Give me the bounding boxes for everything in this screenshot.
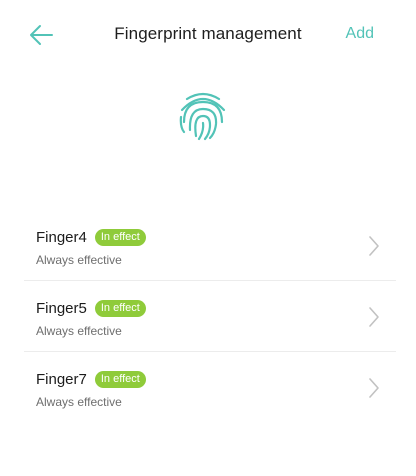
chevron-right-icon bbox=[369, 236, 379, 256]
add-fingerprint-button[interactable]: Add bbox=[346, 25, 374, 43]
fingerprint-icon bbox=[179, 92, 226, 141]
status-badge: In effect bbox=[94, 371, 146, 388]
finger-detail: Always effective bbox=[36, 395, 122, 409]
fingerprint-list: Finger4 In effect Always effective Finge… bbox=[0, 210, 416, 423]
status-badge: In effect bbox=[94, 300, 146, 317]
finger-name: Finger4 bbox=[36, 229, 87, 246]
header-bar: Fingerprint management Add bbox=[0, 0, 416, 66]
finger-name: Finger7 bbox=[36, 371, 87, 388]
chevron-right-icon bbox=[369, 307, 379, 327]
list-item[interactable]: Finger5 In effect Always effective bbox=[0, 281, 416, 352]
list-item[interactable]: Finger4 In effect Always effective bbox=[0, 210, 416, 281]
fingerprint-management-screen: Fingerprint management Add Finger4 In ef… bbox=[0, 0, 416, 476]
finger-detail: Always effective bbox=[36, 324, 122, 338]
chevron-right-icon bbox=[369, 378, 379, 398]
list-item[interactable]: Finger7 In effect Always effective bbox=[0, 352, 416, 423]
status-badge: In effect bbox=[94, 229, 146, 246]
finger-name: Finger5 bbox=[36, 300, 87, 317]
finger-detail: Always effective bbox=[36, 253, 122, 267]
